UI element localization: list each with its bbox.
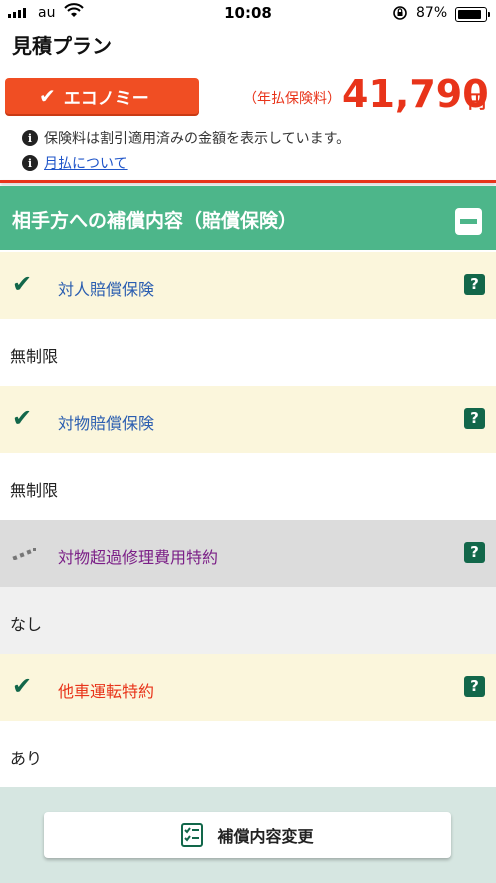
help-icon[interactable]: ? — [464, 676, 485, 697]
info-icon: i — [22, 155, 38, 171]
help-icon[interactable]: ? — [464, 408, 485, 429]
coverage-value: あり — [10, 749, 43, 768]
coverage-value: 無制限 — [10, 347, 59, 366]
page-title: 見積プラン — [12, 34, 112, 58]
price-value: 41,790 — [342, 72, 489, 116]
discount-note: i 保険料は割引適用済みの金額を表示しています。 — [22, 128, 350, 148]
collapse-icon[interactable] — [455, 208, 482, 235]
battery-level — [458, 10, 481, 19]
check-icon: ✔ — [12, 404, 33, 432]
status-bar: au 10:08 87% — [0, 0, 496, 28]
plan-name: エコノミー — [63, 88, 149, 109]
coverage-value-row: 無制限 — [0, 453, 496, 520]
check-icon: ✔ — [12, 270, 33, 298]
coverage-row[interactable]: ✔ 他車運転特約 ? — [0, 654, 496, 721]
coverage-value-row: あり — [0, 721, 496, 788]
coverage-label: 対物超過修理費用特約 — [58, 548, 219, 567]
battery-icon — [455, 7, 490, 22]
coverage-label: 対物賠償保険 — [58, 414, 155, 433]
section-header[interactable]: 相手方への補償内容（賠償保険） — [0, 186, 496, 250]
monthly-payment-link[interactable]: 月払について — [44, 153, 128, 173]
check-icon: ✔ — [39, 84, 56, 108]
change-coverage-button[interactable]: 補償内容変更 — [44, 812, 451, 858]
coverage-label: 他車運転特約 — [58, 682, 155, 701]
change-coverage-label: 補償内容変更 — [217, 827, 314, 846]
discount-note-text: 保険料は割引適用済みの金額を表示しています。 — [44, 131, 351, 147]
info-icon: i — [22, 130, 38, 146]
plan-economy-button[interactable]: ✔ エコノミー — [5, 78, 199, 114]
dotted-dash-icon — [12, 548, 36, 560]
coverage-value-row: 無制限 — [0, 319, 496, 386]
help-icon[interactable]: ? — [464, 542, 485, 563]
price-label: （年払保険料） — [243, 91, 341, 107]
coverage-value: 無制限 — [10, 481, 59, 500]
price-unit: 円 — [468, 92, 486, 113]
divider — [0, 180, 496, 183]
orientation-lock-icon — [393, 6, 407, 20]
coverage-row[interactable]: ✔ 対物賠償保険 ? — [0, 386, 496, 453]
check-icon: ✔ — [12, 672, 33, 700]
coverage-value: なし — [10, 615, 43, 634]
coverage-row[interactable]: ✔ 対人賠償保険 ? — [0, 252, 496, 319]
coverage-value-row: なし — [0, 587, 496, 654]
coverage-label: 対人賠償保険 — [58, 280, 155, 299]
section-title: 相手方への補償内容（賠償保険） — [12, 210, 298, 232]
checklist-icon — [181, 823, 204, 847]
battery-percent: 87% — [416, 5, 448, 21]
help-icon[interactable]: ? — [464, 274, 485, 295]
monthly-note: i 月払について — [22, 153, 128, 173]
coverage-row[interactable]: 対物超過修理費用特約 ? — [0, 520, 496, 587]
